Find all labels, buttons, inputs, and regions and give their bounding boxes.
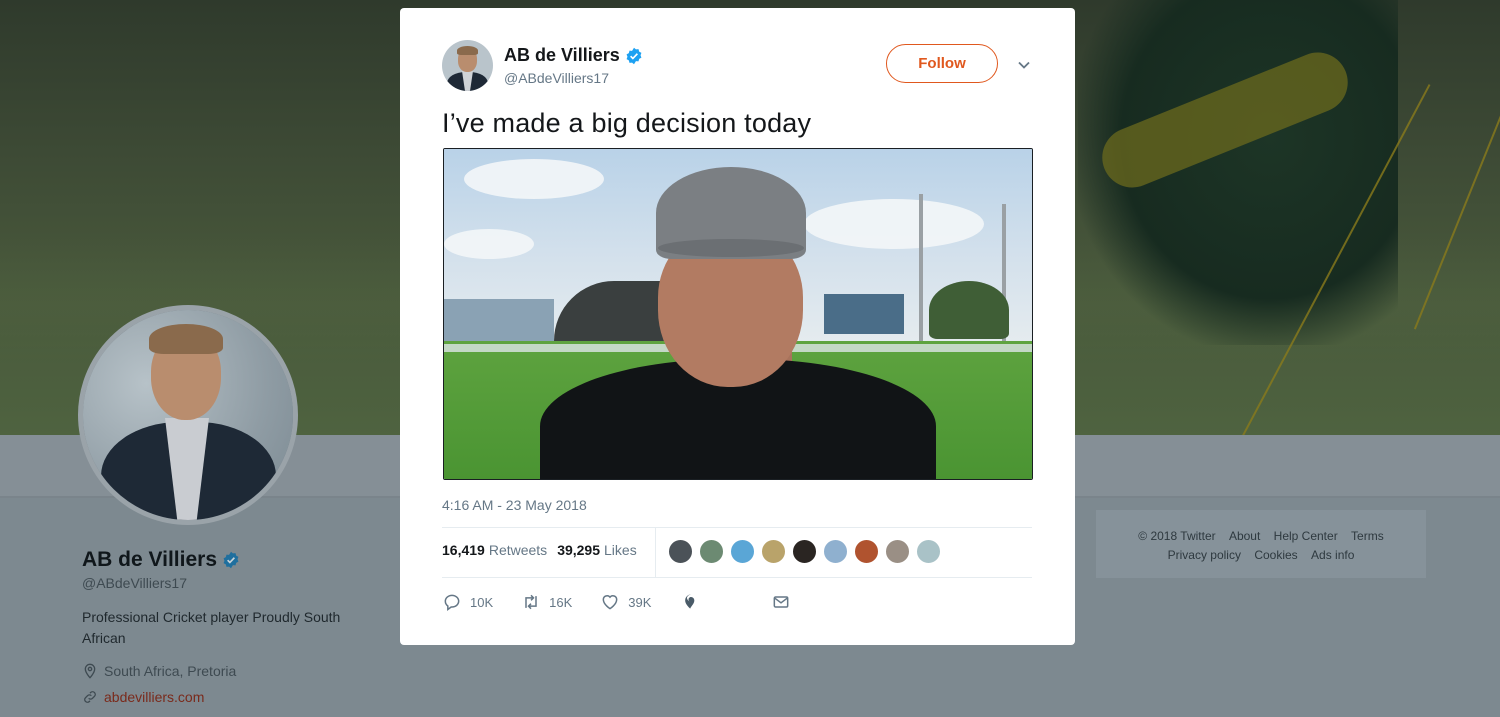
footer-link-help-center[interactable]: Help Center <box>1274 529 1338 543</box>
tweet-author-avatar[interactable] <box>442 40 493 91</box>
tweet-modal: AB de Villiers @ABdeVilliers17 Follow I’… <box>400 8 1075 645</box>
profile-website: abdevilliers.com <box>82 689 382 705</box>
likes-label[interactable]: Likes <box>604 542 637 558</box>
likes-count[interactable]: 39,295 <box>557 542 600 558</box>
reply-icon <box>444 594 460 611</box>
periscope-icon <box>685 594 695 609</box>
profile-location: South Africa, Pretoria <box>82 663 382 679</box>
liker-avatar[interactable] <box>699 539 724 564</box>
tweet-video[interactable] <box>443 148 1033 480</box>
footer-copyright: © 2018 Twitter <box>1138 529 1216 543</box>
profile-handle[interactable]: @ABdeVilliers17 <box>82 575 382 591</box>
footer-link-cookies[interactable]: Cookies <box>1254 548 1297 562</box>
tweet-author-handle[interactable]: @ABdeVilliers17 <box>504 70 643 86</box>
footer-link-about[interactable]: About <box>1229 529 1260 543</box>
likers-avatars <box>668 539 941 564</box>
reply-button[interactable]: 10K <box>442 592 493 612</box>
stats-separator <box>655 528 656 578</box>
retweet-button[interactable]: 16K <box>521 592 572 612</box>
liker-avatar[interactable] <box>730 539 755 564</box>
retweets-label[interactable]: Retweets <box>489 542 547 558</box>
liker-avatar[interactable] <box>668 539 693 564</box>
footer-link-ads-info[interactable]: Ads info <box>1311 548 1354 562</box>
liker-avatar[interactable] <box>761 539 786 564</box>
verified-badge-icon <box>626 47 642 64</box>
tweet-author: AB de Villiers @ABdeVilliers17 <box>442 40 643 91</box>
envelope-icon <box>774 596 789 608</box>
profile-location-text: South Africa, Pretoria <box>104 663 237 679</box>
heart-icon <box>602 595 618 610</box>
profile-name[interactable]: AB de Villiers <box>82 548 217 572</box>
like-button[interactable]: 39K <box>600 592 651 612</box>
profile-name-row: AB de Villiers <box>82 548 382 572</box>
liker-avatar[interactable] <box>854 539 879 564</box>
retweets-count[interactable]: 16,419 <box>442 542 485 558</box>
footer-link-privacy[interactable]: Privacy policy <box>1168 548 1241 562</box>
retweet-count: 16K <box>549 594 573 610</box>
divider <box>442 527 1032 528</box>
liker-avatar[interactable] <box>916 539 941 564</box>
footer-links-box: © 2018 Twitter About Help Center Terms P… <box>1096 510 1426 578</box>
tweet-stats: 16,419 Retweets 39,295 Likes <box>442 542 637 558</box>
chevron-down-icon[interactable] <box>1014 55 1034 75</box>
tweet-author-name[interactable]: AB de Villiers <box>504 45 620 66</box>
like-count: 39K <box>628 594 652 610</box>
follow-button[interactable]: Follow <box>886 44 998 83</box>
retweet-icon <box>525 594 537 610</box>
direct-message-button[interactable] <box>771 592 791 612</box>
footer-link-terms[interactable]: Terms <box>1351 529 1384 543</box>
liker-avatar[interactable] <box>792 539 817 564</box>
profile-avatar[interactable] <box>78 305 298 525</box>
location-pin-icon <box>84 663 96 679</box>
profile-info: AB de Villiers @ABdeVilliers17 Professio… <box>82 548 382 705</box>
profile-bio: Professional Cricket player Proudly Sout… <box>82 609 341 646</box>
tweet-timestamp[interactable]: 4:16 AM - 23 May 2018 <box>442 497 587 513</box>
liker-avatar[interactable] <box>885 539 910 564</box>
tweet-text: I’ve made a big decision today <box>442 108 812 138</box>
profile-website-link[interactable]: abdevilliers.com <box>104 689 204 705</box>
periscope-button[interactable] <box>681 592 701 612</box>
liker-avatar[interactable] <box>823 539 848 564</box>
verified-badge-icon <box>223 551 239 569</box>
divider <box>442 577 1032 578</box>
reply-count: 10K <box>470 594 494 610</box>
tweet-actions: 10K 16K 39K <box>442 592 791 612</box>
link-icon <box>84 691 96 703</box>
